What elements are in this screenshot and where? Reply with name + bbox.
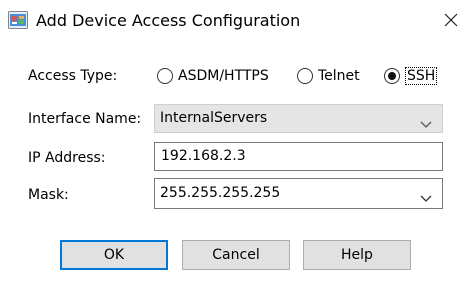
radio-asdm-https[interactable]: ASDM/HTTPS	[157, 65, 269, 87]
interface-name-select: InternalServers	[154, 104, 443, 133]
help-button[interactable]: Help	[303, 240, 411, 270]
radio-ssh-label: SSH	[405, 67, 438, 85]
cancel-button[interactable]: Cancel	[182, 240, 290, 270]
ok-button[interactable]: OK	[60, 240, 168, 270]
mask-value: 255.255.255.255	[160, 185, 281, 201]
radio-dot	[388, 72, 396, 80]
dialog-title: Add Device Access Configuration	[36, 11, 301, 30]
radio-circle[interactable]	[157, 68, 173, 84]
dialog-window: Add Device Access Configuration Access T…	[0, 0, 474, 287]
mask-combobox[interactable]: 255.255.255.255	[154, 178, 443, 209]
interface-name-label: Interface Name:	[28, 111, 142, 127]
asdm-app-icon	[8, 11, 28, 29]
radio-asdm-https-label: ASDM/HTTPS	[178, 68, 269, 84]
ip-address-field[interactable]: 192.168.2.3	[154, 142, 443, 171]
ip-address-value: 192.168.2.3	[161, 148, 246, 164]
radio-telnet-label: Telnet	[318, 68, 360, 84]
ip-address-label: IP Address:	[28, 150, 106, 166]
close-icon	[444, 12, 458, 31]
title-bar: Add Device Access Configuration	[0, 0, 474, 42]
chevron-down-icon[interactable]	[419, 188, 433, 202]
close-button[interactable]	[428, 0, 474, 42]
radio-circle-selected[interactable]	[384, 68, 400, 84]
interface-name-value: InternalServers	[160, 110, 268, 126]
radio-telnet[interactable]: Telnet	[297, 65, 360, 87]
radio-ssh[interactable]: SSH	[384, 65, 438, 87]
access-type-label: Access Type:	[28, 68, 118, 84]
radio-circle[interactable]	[297, 68, 313, 84]
chevron-down-icon	[419, 114, 433, 128]
mask-label: Mask:	[28, 187, 69, 203]
